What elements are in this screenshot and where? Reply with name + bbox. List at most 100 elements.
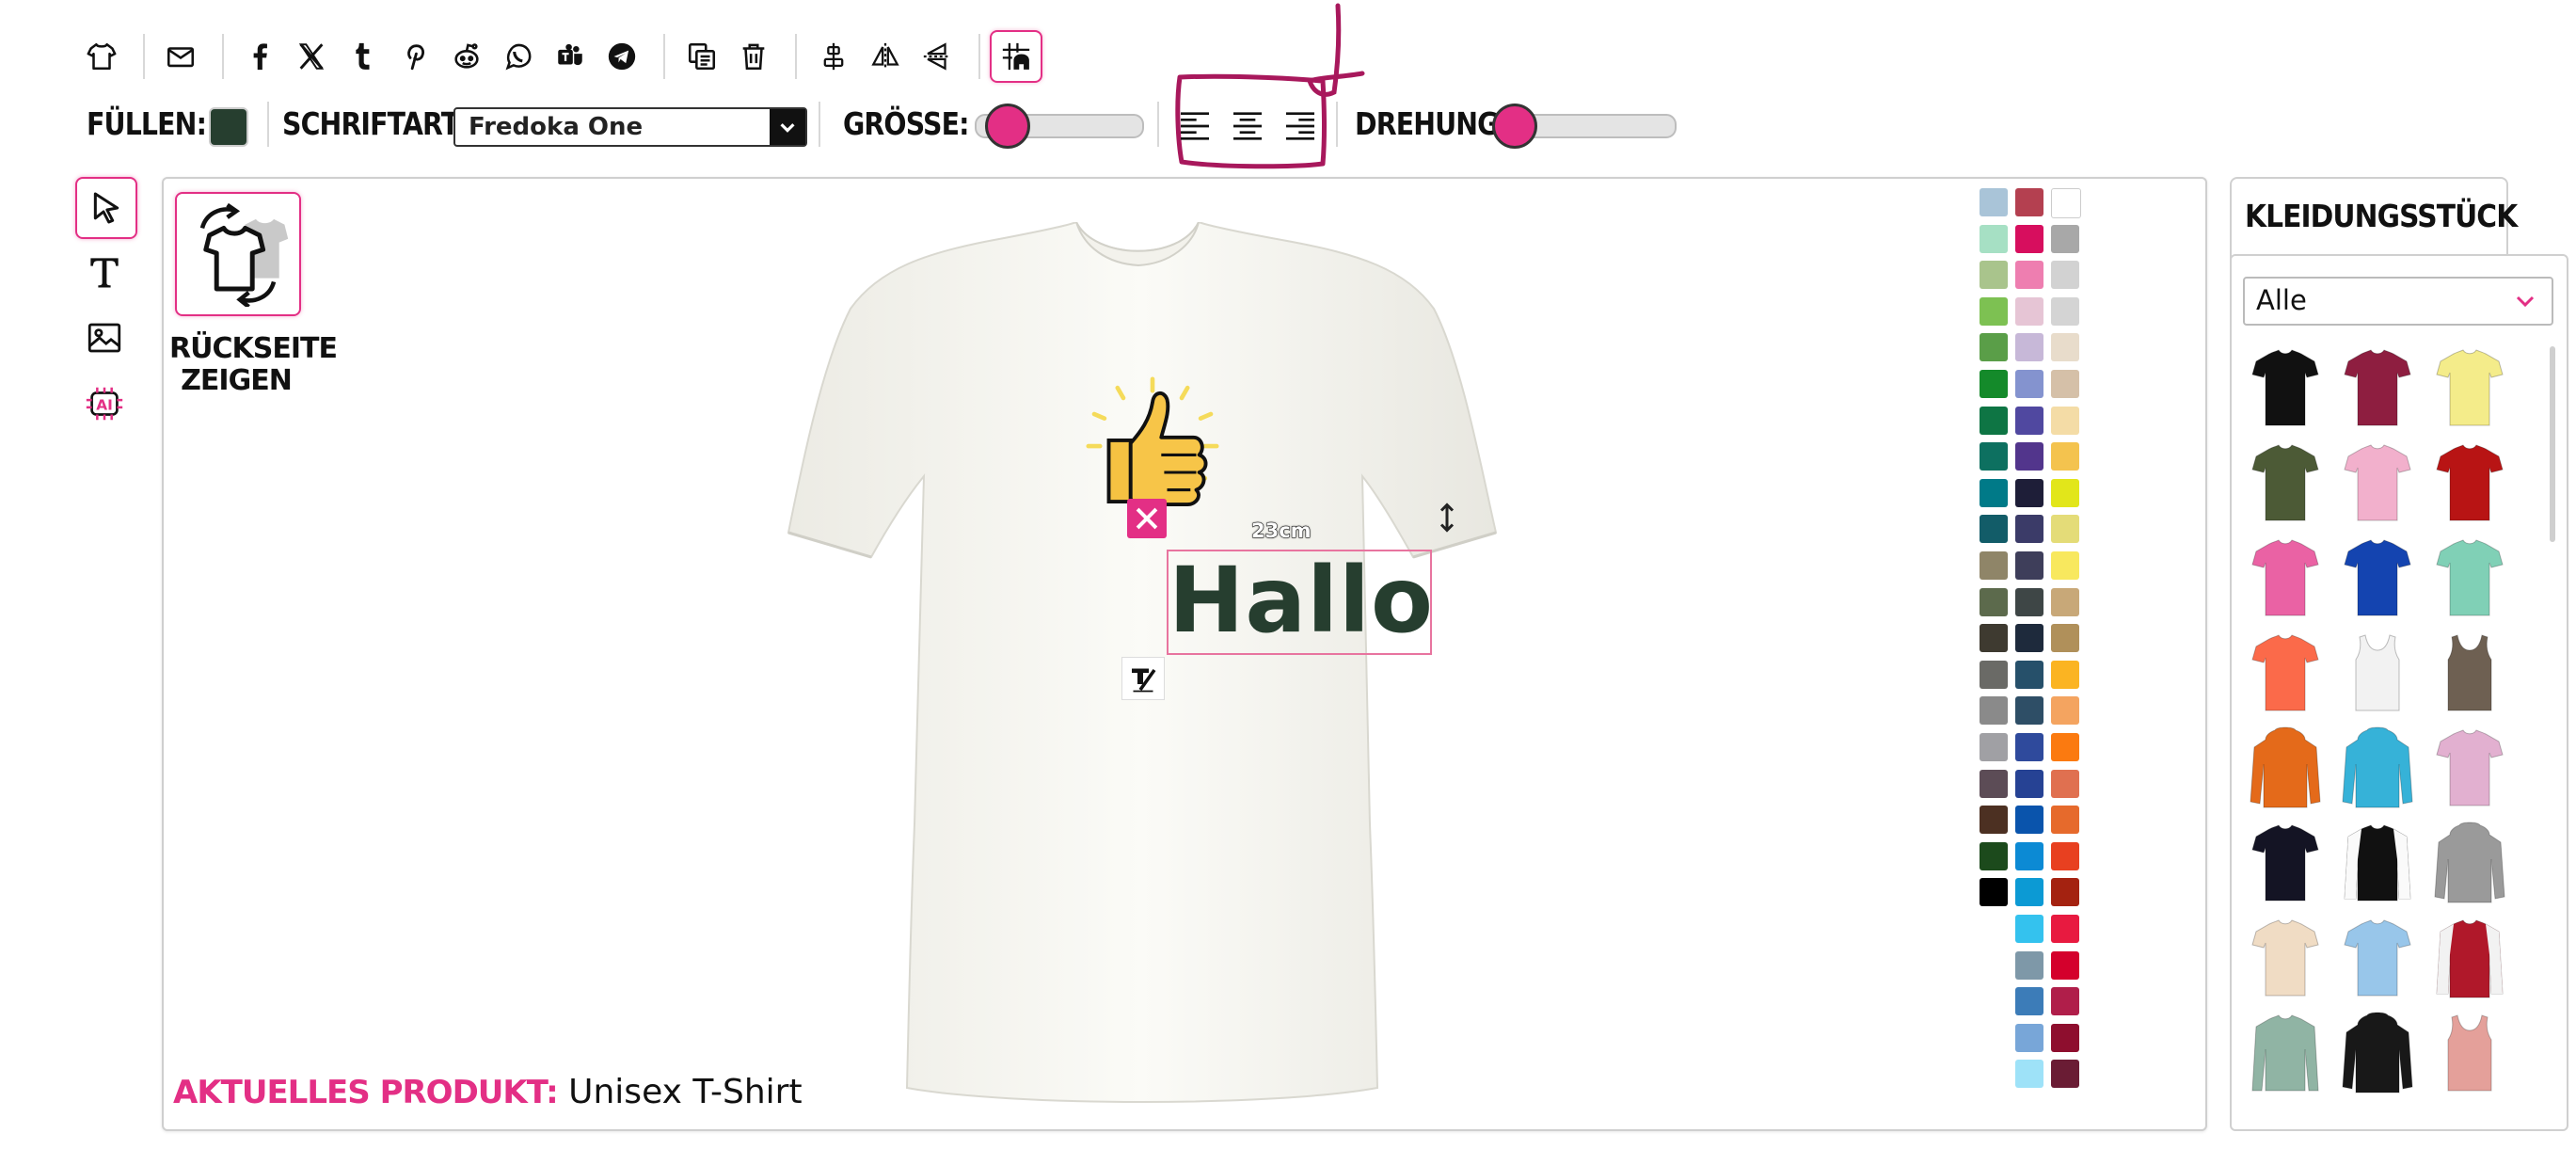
palette-swatch[interactable]: [1980, 515, 2008, 544]
rotation-slider-knob[interactable]: [1492, 104, 1537, 149]
grid-snap-icon[interactable]: [990, 30, 1042, 83]
whatsapp-icon[interactable]: [498, 36, 539, 77]
palette-swatch[interactable]: [2051, 333, 2079, 362]
garment-item[interactable]: [2249, 726, 2322, 809]
palette-swatch[interactable]: [1980, 806, 2008, 835]
image-tool-icon[interactable]: [75, 309, 134, 367]
text-object[interactable]: Hallo: [1169, 548, 1433, 653]
palette-swatch[interactable]: [2015, 987, 2043, 1016]
garment-item[interactable]: [2341, 1012, 2414, 1094]
duplicate-icon[interactable]: [681, 36, 723, 77]
palette-swatch[interactable]: [1980, 406, 2008, 435]
palette-swatch[interactable]: [2051, 769, 2079, 798]
delete-object-icon[interactable]: [1127, 499, 1167, 538]
garment-item[interactable]: [2249, 822, 2322, 904]
design-canvas[interactable]: RÜCKSEITE ZEIGEN 23cm Hallo AKTUELLES PR…: [162, 177, 2207, 1131]
palette-swatch[interactable]: [2015, 370, 2043, 398]
garment-item[interactable]: [2341, 536, 2414, 619]
palette-swatch[interactable]: [2051, 406, 2079, 435]
palette-swatch[interactable]: [2051, 915, 2079, 943]
rotation-slider[interactable]: [1492, 104, 1677, 149]
palette-swatch[interactable]: [1980, 333, 2008, 362]
garment-item[interactable]: [2433, 536, 2506, 619]
palette-swatch[interactable]: [2051, 224, 2079, 253]
thumbs-up-sticker[interactable]: [1065, 369, 1240, 518]
garment-item[interactable]: [2341, 441, 2414, 524]
palette-swatch[interactable]: [1980, 878, 2008, 907]
palette-swatch[interactable]: [2015, 950, 2043, 980]
palette-swatch[interactable]: [2015, 841, 2043, 870]
tumblr-icon[interactable]: [342, 36, 384, 77]
garment-item[interactable]: [2249, 346, 2322, 429]
palette-swatch[interactable]: [2051, 806, 2079, 835]
garment-item[interactable]: [2433, 726, 2506, 809]
palette-swatch[interactable]: [2051, 261, 2079, 290]
garment-item[interactable]: [2341, 346, 2414, 429]
garment-scrollbar[interactable]: [2550, 346, 2555, 542]
garment-item[interactable]: [2249, 1012, 2322, 1094]
palette-swatch[interactable]: [2051, 551, 2079, 580]
garment-item[interactable]: [2249, 917, 2322, 999]
palette-swatch[interactable]: [2015, 442, 2043, 471]
palette-swatch[interactable]: [1980, 442, 2008, 471]
garment-item[interactable]: [2433, 631, 2506, 714]
reddit-icon[interactable]: [446, 36, 487, 77]
flip-vertical-icon[interactable]: [916, 36, 958, 77]
palette-swatch[interactable]: [2015, 261, 2043, 290]
palette-swatch[interactable]: [2051, 1060, 2079, 1089]
garment-item[interactable]: [2433, 822, 2506, 904]
palette-swatch[interactable]: [2015, 915, 2043, 943]
select-tool-icon[interactable]: [75, 177, 137, 239]
font-select[interactable]: Fredoka One: [453, 107, 807, 147]
ai-tool-icon[interactable]: AI: [75, 375, 134, 433]
text-align-right-icon[interactable]: [1281, 107, 1319, 145]
palette-swatch[interactable]: [2051, 478, 2079, 507]
garment-item[interactable]: [2341, 726, 2414, 809]
palette-swatch[interactable]: [2015, 406, 2043, 435]
palette-swatch[interactable]: [2015, 660, 2043, 689]
palette-swatch[interactable]: [1980, 660, 2008, 689]
align-center-icon[interactable]: [813, 36, 854, 77]
palette-swatch[interactable]: [2051, 188, 2081, 218]
palette-swatch[interactable]: [2051, 515, 2079, 544]
text-align-center-icon[interactable]: [1229, 107, 1266, 145]
text-align-left-icon[interactable]: [1176, 107, 1214, 145]
palette-swatch[interactable]: [2051, 1023, 2079, 1052]
resize-vertical-icon[interactable]: [1430, 499, 1464, 536]
palette-swatch[interactable]: [2015, 587, 2043, 616]
flip-horizontal-icon[interactable]: [865, 36, 906, 77]
palette-swatch[interactable]: [2015, 224, 2043, 253]
palette-swatch[interactable]: [2015, 878, 2043, 907]
palette-swatch[interactable]: [1980, 478, 2008, 507]
palette-swatch[interactable]: [2015, 515, 2043, 544]
garment-item[interactable]: [2433, 346, 2506, 429]
garment-item[interactable]: [2341, 822, 2414, 904]
palette-swatch[interactable]: [1980, 224, 2008, 253]
garment-item[interactable]: [2433, 1012, 2506, 1094]
palette-swatch[interactable]: [2051, 841, 2079, 870]
palette-swatch[interactable]: [2015, 333, 2043, 362]
pinterest-icon[interactable]: [394, 36, 436, 77]
teams-icon[interactable]: [549, 36, 591, 77]
garment-item[interactable]: [2433, 917, 2506, 999]
palette-swatch[interactable]: [2015, 696, 2043, 726]
palette-swatch[interactable]: [2051, 296, 2079, 326]
edit-text-handle-icon[interactable]: [1121, 657, 1165, 700]
palette-swatch[interactable]: [2015, 624, 2043, 653]
palette-swatch[interactable]: [2051, 878, 2079, 907]
chevron-down-icon[interactable]: [770, 109, 805, 145]
palette-swatch[interactable]: [2015, 188, 2043, 216]
garment-item[interactable]: [2249, 441, 2322, 524]
palette-swatch[interactable]: [2015, 733, 2043, 761]
size-slider[interactable]: [975, 104, 1144, 149]
garment-item[interactable]: [2249, 536, 2322, 619]
palette-swatch[interactable]: [1980, 551, 2008, 580]
palette-swatch[interactable]: [2051, 442, 2079, 471]
palette-swatch[interactable]: [1980, 769, 2008, 798]
garment-item[interactable]: [2341, 917, 2414, 999]
garment-item[interactable]: [2249, 631, 2322, 714]
text-tool-icon[interactable]: [75, 243, 134, 301]
palette-swatch[interactable]: [2051, 987, 2079, 1016]
garment-item[interactable]: [2341, 631, 2414, 714]
palette-swatch[interactable]: [1980, 841, 2008, 870]
